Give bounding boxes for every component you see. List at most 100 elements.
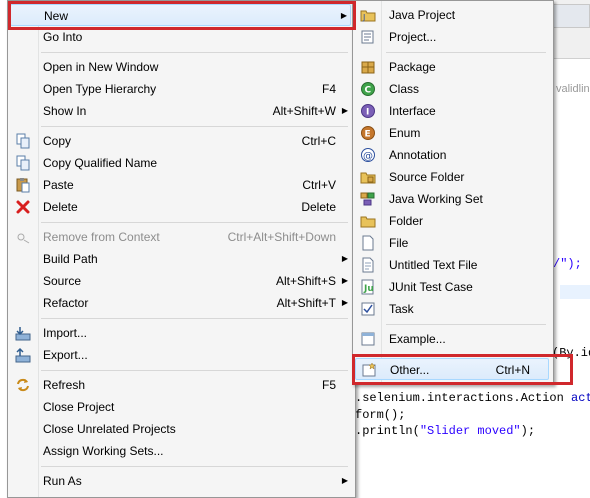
code-line-by-id: (By.id — [552, 346, 590, 360]
java-project-icon: J — [360, 7, 376, 23]
submenu-item-class[interactable]: C Class — [355, 78, 549, 100]
menu-separator — [386, 52, 546, 53]
code-line-println: .println("Slider moved"); — [355, 424, 536, 438]
menu-item-label: New — [44, 9, 69, 23]
submenu-item-java-project[interactable]: J Java Project — [355, 4, 549, 26]
submenu-item-junit-test-case[interactable]: Ju JUnit Test Case — [355, 276, 549, 298]
menu-separator — [41, 126, 348, 127]
menu-item-open-in-new-window[interactable]: Open in New Window — [10, 56, 351, 78]
submenu-arrow-icon: ▶ — [341, 106, 348, 115]
submenu-arrow-icon: ▶ — [341, 254, 348, 263]
menu-item-label: Refactor — [43, 296, 89, 310]
menu-item-shortcut: F4 — [321, 82, 336, 96]
menu-item-build-path[interactable]: Build Path ▶ — [10, 248, 351, 270]
menu-item-label: Delete — [43, 200, 78, 214]
text-file-icon — [360, 257, 376, 273]
menu-item-copy-qualified-name[interactable]: Copy Qualified Name — [10, 152, 351, 174]
menu-item-shortcut: Ctrl+Alt+Shift+Down — [227, 230, 336, 244]
menu-item-source[interactable]: Source Alt+Shift+S ▶ — [10, 270, 351, 292]
editor-grey-text: validlin — [556, 83, 590, 95]
menu-separator — [386, 354, 546, 355]
menu-item-label: File — [389, 236, 409, 250]
svg-text:Ju: Ju — [363, 284, 374, 294]
menu-item-label: Paste — [43, 178, 74, 192]
submenu-arrow-icon: ▶ — [341, 476, 348, 485]
menu-item-label: Interface — [389, 104, 436, 118]
code-line-perform: form(); — [355, 408, 406, 422]
menu-item-go-into[interactable]: Go Into — [10, 26, 351, 48]
menu-item-label: Example... — [389, 332, 446, 346]
submenu-item-annotation[interactable]: @ Annotation — [355, 144, 549, 166]
menu-separator — [41, 222, 348, 223]
junit-icon: Ju — [360, 279, 376, 295]
task-icon — [360, 301, 376, 317]
menu-item-label: Close Project — [43, 400, 115, 414]
new-submenu: J Java Project Project... Package C Clas… — [352, 0, 554, 385]
submenu-item-source-folder[interactable]: Source Folder — [355, 166, 549, 188]
menu-item-label: Refresh — [43, 378, 86, 392]
menu-item-label: Folder — [389, 214, 424, 228]
menu-item-shortcut: Alt+Shift+T — [276, 296, 336, 310]
svg-text:I: I — [366, 108, 369, 118]
paste-icon — [15, 177, 31, 193]
submenu-item-enum[interactable]: E Enum — [355, 122, 549, 144]
menu-item-import[interactable]: Import... — [10, 322, 351, 344]
menu-item-shortcut: Ctrl+N — [495, 363, 530, 377]
menu-item-label: Package — [389, 60, 436, 74]
menu-item-shortcut: Alt+Shift+S — [275, 274, 336, 288]
submenu-item-example[interactable]: Example... — [355, 328, 549, 350]
submenu-item-interface[interactable]: I Interface — [355, 100, 549, 122]
menu-item-refresh[interactable]: Refresh F5 — [10, 374, 351, 396]
menu-item-label: Untitled Text File — [389, 258, 478, 272]
menu-item-close-unrelated-projects[interactable]: Close Unrelated Projects — [10, 418, 351, 440]
editor-current-line — [560, 285, 590, 299]
menu-item-label: Open in New Window — [43, 60, 159, 74]
menu-item-label: Export... — [43, 348, 88, 362]
delete-icon — [15, 199, 31, 215]
menu-item-label: Source Folder — [389, 170, 465, 184]
submenu-item-folder[interactable]: Folder — [355, 210, 549, 232]
submenu-item-other[interactable]: Other... Ctrl+N — [355, 358, 549, 380]
copy-qualified-name-icon — [15, 155, 31, 171]
menu-separator — [41, 466, 348, 467]
submenu-arrow-icon: ▶ — [341, 276, 348, 285]
editor-tab[interactable] — [550, 4, 590, 28]
submenu-item-package[interactable]: Package — [355, 56, 549, 78]
menu-item-close-project[interactable]: Close Project — [10, 396, 351, 418]
menu-separator — [41, 52, 348, 53]
menu-item-refactor[interactable]: Refactor Alt+Shift+T ▶ — [10, 292, 351, 314]
menu-item-export[interactable]: Export... — [10, 344, 351, 366]
folder-icon — [360, 213, 376, 229]
menu-item-run-as[interactable]: Run As ▶ — [10, 470, 351, 492]
menu-item-open-type-hierarchy[interactable]: Open Type Hierarchy F4 — [10, 78, 351, 100]
submenu-item-untitled-text-file[interactable]: Untitled Text File — [355, 254, 549, 276]
menu-item-assign-working-sets[interactable]: Assign Working Sets... — [10, 440, 351, 462]
menu-item-remove-from-context[interactable]: Remove from Context Ctrl+Alt+Shift+Down — [10, 226, 351, 248]
menu-item-copy[interactable]: Copy Ctrl+C — [10, 130, 351, 152]
menu-item-show-in[interactable]: Show In Alt+Shift+W ▶ — [10, 100, 351, 122]
submenu-item-project[interactable]: Project... — [355, 26, 549, 48]
example-icon — [360, 331, 376, 347]
submenu-item-java-working-set[interactable]: Java Working Set — [355, 188, 549, 210]
menu-item-label: Go Into — [43, 30, 83, 44]
menu-item-paste[interactable]: Paste Ctrl+V — [10, 174, 351, 196]
enum-icon: E — [360, 125, 376, 141]
annotation-icon: @ — [360, 147, 376, 163]
export-icon — [15, 347, 31, 363]
submenu-item-task[interactable]: Task — [355, 298, 549, 320]
menu-item-new[interactable]: New ▶ — [10, 4, 351, 26]
project-icon — [360, 29, 376, 45]
menu-separator — [41, 318, 348, 319]
menu-item-label: Remove from Context — [43, 230, 160, 244]
menu-item-label: Import... — [43, 326, 88, 340]
code-line-string-end: /"); — [553, 257, 582, 271]
menu-item-label: Annotation — [389, 148, 447, 162]
interface-icon: I — [360, 103, 376, 119]
menu-item-label: Build Path — [43, 252, 98, 266]
menu-item-delete[interactable]: Delete Delete — [10, 196, 351, 218]
menu-item-label: Show In — [43, 104, 87, 118]
menu-item-label: Close Unrelated Projects — [43, 422, 176, 436]
submenu-item-file[interactable]: File — [355, 232, 549, 254]
menu-item-label: Project... — [389, 30, 437, 44]
menu-separator — [386, 324, 546, 325]
